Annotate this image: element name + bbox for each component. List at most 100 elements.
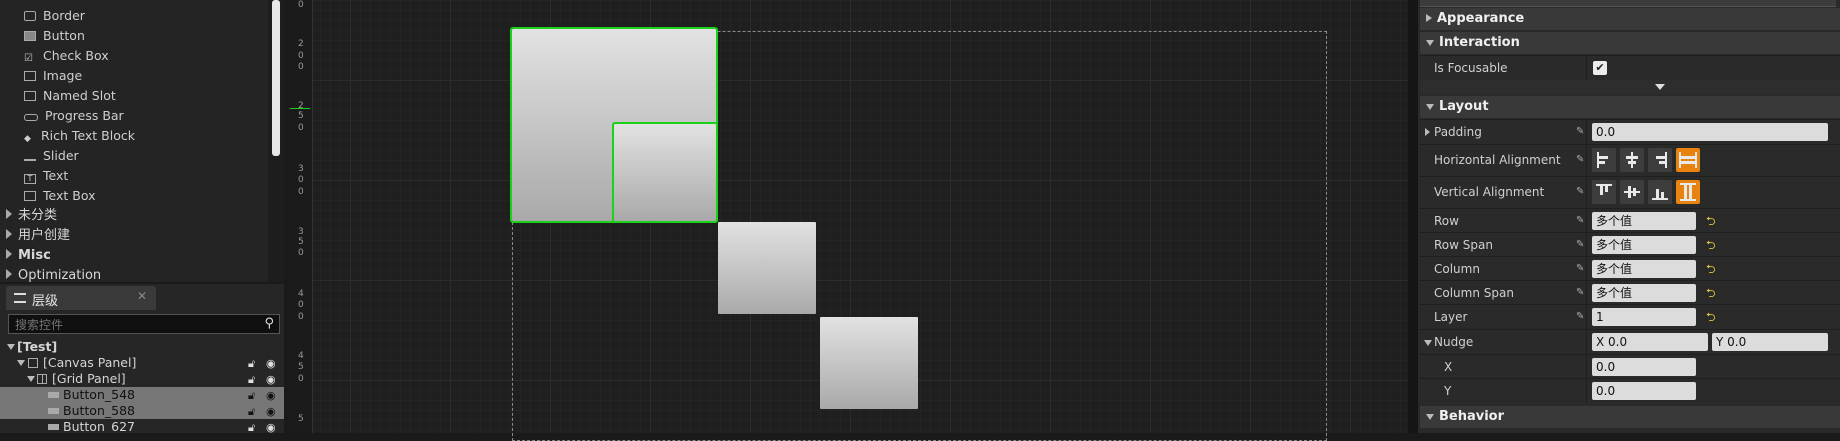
border-icon	[24, 11, 36, 21]
panel-splitter[interactable]	[1408, 0, 1418, 433]
valign-center-button[interactable]	[1620, 180, 1644, 204]
section-behavior[interactable]: Behavior	[1420, 406, 1840, 428]
lock-icon[interactable]: 🔓︎	[248, 356, 255, 372]
valign-top-button[interactable]	[1592, 180, 1616, 204]
eye-icon[interactable]: ◉	[266, 420, 276, 433]
palette-item-textbox[interactable]: Text Box	[24, 186, 96, 206]
prop-nudge: Nudge X 0.0 Y 0.0	[1420, 329, 1840, 354]
pin-icon[interactable]: ✎	[1576, 257, 1584, 281]
is-focusable-checkbox[interactable]: ✔	[1593, 61, 1607, 75]
expand-arrow-icon	[1426, 14, 1432, 22]
tree-item-canvas-panel[interactable]: [Canvas Panel] 🔓︎ ◉	[0, 355, 284, 371]
ruler-label: 5	[298, 362, 304, 372]
ruler-label: 3	[298, 164, 304, 174]
prop-column-span: Column Span ✎ 多个值 ⮌	[1420, 280, 1840, 305]
hierarchy-search: ⚲	[8, 314, 280, 335]
palette-scrollbar-thumb[interactable]	[272, 0, 280, 156]
search-icon[interactable]: ⚲	[264, 316, 274, 331]
palette-category-uncategorized[interactable]: 未分类	[0, 206, 57, 226]
halign-right-button[interactable]	[1648, 148, 1672, 172]
widget-button-4[interactable]	[820, 317, 918, 409]
pin-icon[interactable]: ✎	[1576, 145, 1584, 175]
lock-icon[interactable]: 🔓︎	[248, 372, 255, 388]
prop-column: Column ✎ 多个值 ⮌	[1420, 256, 1840, 281]
ruler-label: 0	[298, 51, 304, 61]
valign-bottom-button[interactable]	[1648, 180, 1672, 204]
collapse-arrow-icon	[27, 376, 35, 382]
eye-icon[interactable]: ◉	[266, 356, 276, 372]
nudge-y-value-field[interactable]: 0.0	[1592, 382, 1696, 400]
advanced-expander[interactable]	[1420, 80, 1840, 94]
palette-item-slider[interactable]: Slider	[24, 146, 79, 166]
reset-icon[interactable]: ⮌	[1706, 257, 1716, 281]
palette-item-border[interactable]: Border	[24, 6, 85, 26]
row-span-field[interactable]: 多个值	[1592, 236, 1696, 254]
pin-icon[interactable]: ✎	[1576, 209, 1584, 233]
pin-icon[interactable]: ✎	[1576, 305, 1584, 329]
nudge-x-value-field[interactable]: 0.0	[1592, 358, 1696, 376]
palette-item-button[interactable]: Button	[24, 26, 85, 46]
prop-nudge-y: Y 0.0	[1420, 378, 1840, 403]
palette-item-image[interactable]: Image	[24, 66, 82, 86]
halign-left-button[interactable]	[1592, 148, 1616, 172]
palette-item-checkbox[interactable]: ☑ Check Box	[24, 46, 109, 66]
lock-icon[interactable]: 🔓︎	[248, 404, 255, 420]
reset-icon[interactable]: ⮌	[1706, 305, 1716, 329]
palette-category-misc[interactable]: Misc	[0, 246, 51, 266]
collapse-arrow-icon	[1426, 414, 1434, 420]
halign-fill-button[interactable]	[1676, 148, 1700, 172]
hierarchy-search-input[interactable]	[9, 315, 257, 335]
section-interaction[interactable]: Interaction	[1420, 32, 1840, 54]
layer-field[interactable]: 1	[1592, 308, 1696, 326]
pin-icon[interactable]: ✎	[1576, 120, 1584, 144]
tree-item-button-588[interactable]: Button_588 🔓︎ ◉	[0, 403, 284, 419]
close-icon[interactable]: ✕	[137, 289, 147, 303]
eye-icon[interactable]: ◉	[266, 404, 276, 420]
prop-nudge-x: X 0.0	[1420, 354, 1840, 379]
pin-icon[interactable]: ✎	[1576, 281, 1584, 305]
column-span-field[interactable]: 多个值	[1592, 284, 1696, 302]
nudge-x-field[interactable]: X 0.0	[1592, 333, 1708, 351]
eye-icon[interactable]: ◉	[266, 372, 276, 388]
row-field[interactable]: 多个值	[1592, 212, 1696, 230]
pin-icon[interactable]: ✎	[1576, 233, 1584, 257]
button-icon	[48, 408, 59, 414]
section-layout[interactable]: Layout	[1420, 96, 1840, 118]
ruler-label: 3	[298, 227, 304, 237]
section-appearance[interactable]: Appearance	[1420, 8, 1840, 30]
prop-row: Row ✎ 多个值 ⮌	[1420, 208, 1840, 233]
reset-icon[interactable]: ⮌	[1706, 233, 1716, 257]
palette-item-progress-bar[interactable]: Progress Bar	[24, 106, 124, 126]
palette-item-named-slot[interactable]: Named Slot	[24, 86, 116, 106]
pin-icon[interactable]: ✎	[1576, 177, 1584, 207]
collapse-arrow-icon	[17, 360, 25, 366]
ruler-label: 5	[298, 414, 304, 424]
padding-field[interactable]: 0.0	[1592, 123, 1828, 141]
rich-text-icon: ◆	[24, 134, 31, 144]
lock-icon[interactable]: 🔓︎	[248, 420, 255, 433]
widget-button-588[interactable]	[612, 122, 718, 223]
expand-arrow-icon[interactable]	[1425, 128, 1430, 136]
column-field[interactable]: 多个值	[1592, 260, 1696, 278]
valign-fill-button[interactable]	[1676, 180, 1700, 204]
palette-item-text[interactable]: T Text	[24, 166, 68, 186]
palette-category-user-created[interactable]: 用户创建	[0, 226, 70, 246]
reset-icon[interactable]: ⮌	[1706, 209, 1716, 233]
palette-category-optimization[interactable]: Optimization	[0, 266, 101, 286]
tree-item-button-548[interactable]: Button_548 🔓︎ ◉	[0, 387, 284, 403]
nudge-y-field[interactable]: Y 0.0	[1712, 333, 1828, 351]
palette-item-rich-text-block[interactable]: ◆ Rich Text Block	[24, 126, 135, 146]
tree-item-grid-panel[interactable]: [Grid Panel] 🔓︎ ◉	[0, 371, 284, 387]
lock-icon[interactable]: 🔓︎	[248, 388, 255, 404]
tree-item-button-627[interactable]: Button_627 🔓︎ ◉	[0, 419, 284, 433]
eye-icon[interactable]: ◉	[266, 388, 276, 404]
widget-button-627[interactable]	[718, 222, 816, 314]
reset-icon[interactable]: ⮌	[1706, 281, 1716, 305]
halign-center-button[interactable]	[1620, 148, 1644, 172]
tab-hierarchy[interactable]	[6, 286, 156, 310]
ruler-label: 0	[298, 187, 304, 197]
collapse-arrow-icon[interactable]	[1424, 340, 1432, 346]
expand-arrow-icon	[6, 229, 12, 239]
tree-item-root[interactable]: [Test]	[0, 339, 284, 355]
prop-padding: Padding ✎ 0.0	[1420, 119, 1840, 144]
